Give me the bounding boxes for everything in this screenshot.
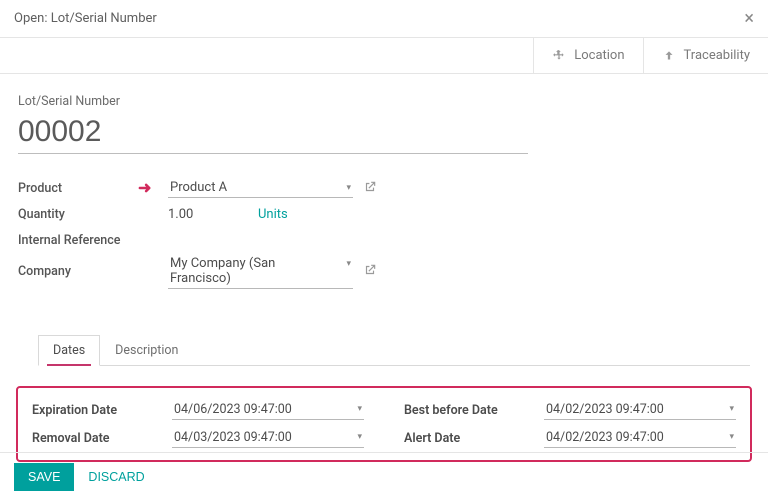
lot-serial-input[interactable]	[18, 113, 528, 154]
alert-input[interactable]: 04/02/2023 09:47:00 ▾	[544, 428, 736, 448]
product-select[interactable]: Product A ▾	[168, 178, 353, 198]
product-value: Product A	[170, 180, 227, 195]
external-link-icon[interactable]	[363, 263, 377, 280]
alert-value: 04/02/2023 09:47:00	[546, 430, 664, 445]
company-label: Company	[18, 264, 168, 279]
lot-serial-label: Lot/Serial Number	[18, 94, 750, 109]
expiration-value: 04/06/2023 09:47:00	[174, 402, 292, 417]
units-link[interactable]: Units	[258, 207, 288, 222]
modal-header: Open: Lot/Serial Number ×	[0, 0, 768, 38]
chevron-down-icon: ▾	[729, 432, 734, 442]
save-button[interactable]: SAVE	[14, 463, 74, 491]
chevron-down-icon: ▾	[357, 432, 362, 442]
traceability-label: Traceability	[684, 48, 750, 63]
move-icon	[552, 49, 566, 63]
tab-dates[interactable]: Dates	[38, 335, 100, 366]
arrow-up-icon	[662, 49, 676, 63]
chevron-down-icon: ▾	[346, 259, 351, 269]
tabs: Dates Description	[38, 335, 750, 366]
company-value: My Company (San Francisco)	[170, 256, 275, 286]
chevron-down-icon: ▾	[346, 183, 351, 193]
chevron-down-icon: ▾	[357, 404, 362, 414]
modal-title: Open: Lot/Serial Number	[14, 11, 157, 26]
expiration-input[interactable]: 04/06/2023 09:47:00 ▾	[172, 400, 364, 420]
removal-row: Removal Date 04/03/2023 09:47:00 ▾	[32, 428, 364, 448]
dates-col-left: Expiration Date 04/06/2023 09:47:00 ▾ Re…	[32, 400, 364, 448]
discard-button[interactable]: DISCARD	[88, 470, 144, 484]
expiration-row: Expiration Date 04/06/2023 09:47:00 ▾	[32, 400, 364, 420]
location-label: Location	[574, 48, 624, 63]
tab-description[interactable]: Description	[100, 335, 193, 366]
removal-label: Removal Date	[32, 431, 172, 446]
modal-footer: SAVE DISCARD	[0, 452, 768, 501]
dates-col-right: Best before Date 04/02/2023 09:47:00 ▾ A…	[404, 400, 736, 448]
bestbefore-label: Best before Date	[404, 403, 544, 418]
top-actions: Location Traceability	[0, 38, 768, 74]
close-icon[interactable]: ×	[744, 8, 754, 29]
internal-ref-row: Internal Reference	[18, 228, 750, 252]
dates-panel: Expiration Date 04/06/2023 09:47:00 ▾ Re…	[16, 386, 752, 462]
quantity-value: 1.00	[168, 207, 258, 222]
bestbefore-row: Best before Date 04/02/2023 09:47:00 ▾	[404, 400, 736, 420]
traceability-button[interactable]: Traceability	[643, 38, 768, 73]
bestbefore-value: 04/02/2023 09:47:00	[546, 402, 664, 417]
location-button[interactable]: Location	[533, 38, 642, 73]
removal-value: 04/03/2023 09:47:00	[174, 430, 292, 445]
company-row: Company My Company (San Francisco) ▾	[18, 254, 750, 289]
chevron-down-icon: ▾	[729, 404, 734, 414]
company-select[interactable]: My Company (San Francisco) ▾	[168, 254, 353, 289]
arrow-annotation-icon: ➜	[138, 178, 151, 197]
alert-label: Alert Date	[404, 431, 544, 446]
form-content: Lot/Serial Number ➜ Product Product A ▾ …	[0, 74, 768, 376]
form-grid: ➜ Product Product A ▾ Quantity 1.00 Unit…	[18, 176, 750, 289]
alert-row: Alert Date 04/02/2023 09:47:00 ▾	[404, 428, 736, 448]
quantity-row: Quantity 1.00 Units	[18, 202, 750, 226]
bestbefore-input[interactable]: 04/02/2023 09:47:00 ▾	[544, 400, 736, 420]
quantity-label: Quantity	[18, 207, 168, 222]
internal-ref-label: Internal Reference	[18, 233, 168, 248]
external-link-icon[interactable]	[363, 180, 377, 197]
expiration-label: Expiration Date	[32, 403, 172, 418]
product-row: ➜ Product Product A ▾	[18, 176, 750, 200]
removal-input[interactable]: 04/03/2023 09:47:00 ▾	[172, 428, 364, 448]
